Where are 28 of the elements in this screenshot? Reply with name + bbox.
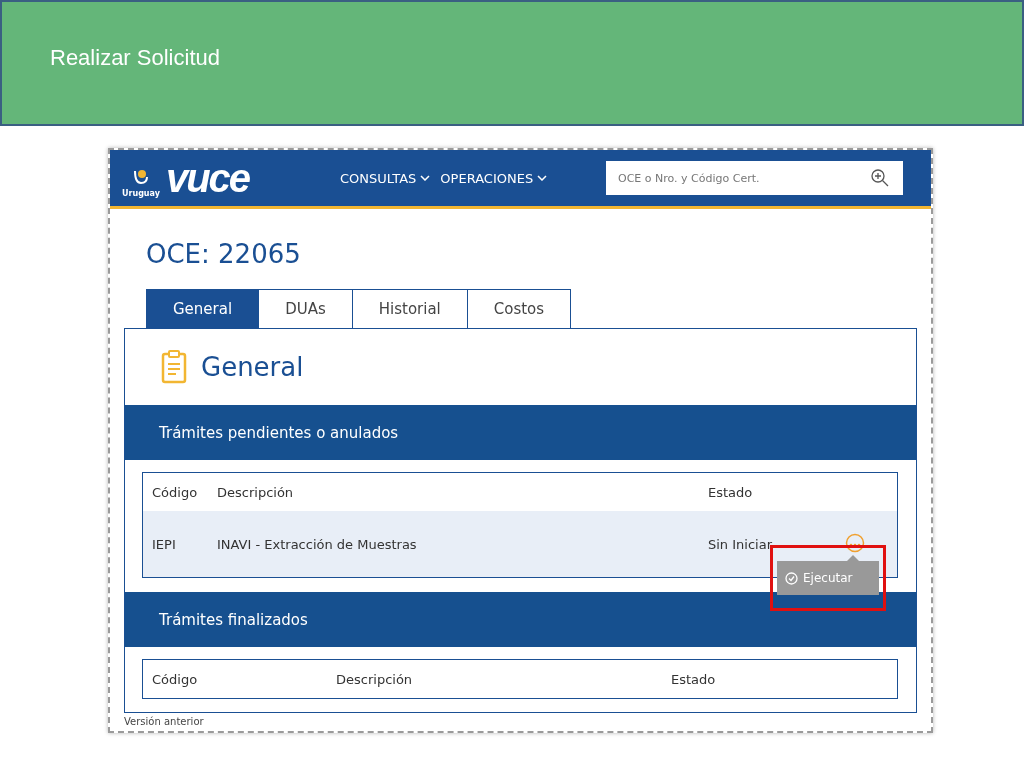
column-header: Descripción bbox=[336, 671, 413, 687]
clipboard-icon bbox=[161, 350, 187, 384]
column-header: Código bbox=[152, 671, 198, 687]
panel-title: General bbox=[201, 352, 304, 382]
tab[interactable]: Costos bbox=[466, 289, 572, 328]
nav-menu[interactable]: CONSULTAS bbox=[340, 170, 431, 186]
column-header: Estado bbox=[671, 671, 716, 687]
zoom-in-icon[interactable] bbox=[871, 169, 889, 187]
section-title: Trámites finalizados bbox=[159, 610, 308, 629]
previous-version-link[interactable]: Versión anterior bbox=[124, 713, 917, 727]
column-header: Código bbox=[152, 484, 198, 500]
table-cell: IEPI bbox=[152, 536, 176, 552]
chevron-down-icon bbox=[537, 175, 548, 181]
more-options-icon[interactable] bbox=[845, 533, 865, 553]
column-header: Descripción bbox=[217, 484, 294, 500]
chevron-down-icon bbox=[420, 175, 431, 181]
table-cell: Sin Iniciar bbox=[708, 536, 772, 552]
column-header: Estado bbox=[708, 484, 753, 500]
slide-title: Realizar Solicitud bbox=[50, 45, 220, 71]
section-title: Trámites pendientes o anulados bbox=[159, 423, 399, 442]
search-field[interactable]: OCE o Nro. y Código Cert. bbox=[606, 161, 903, 195]
check-circle-icon bbox=[785, 571, 798, 585]
page-title: OCE: 22065 bbox=[146, 239, 302, 269]
nav-menu[interactable]: OPERACIONES bbox=[440, 170, 548, 186]
logo-text: vuce bbox=[165, 158, 250, 198]
table-cell: INAVI - Extracción de Muestras bbox=[217, 536, 417, 552]
tab[interactable]: General bbox=[146, 289, 260, 328]
logo-caption: Uruguay bbox=[122, 189, 160, 198]
